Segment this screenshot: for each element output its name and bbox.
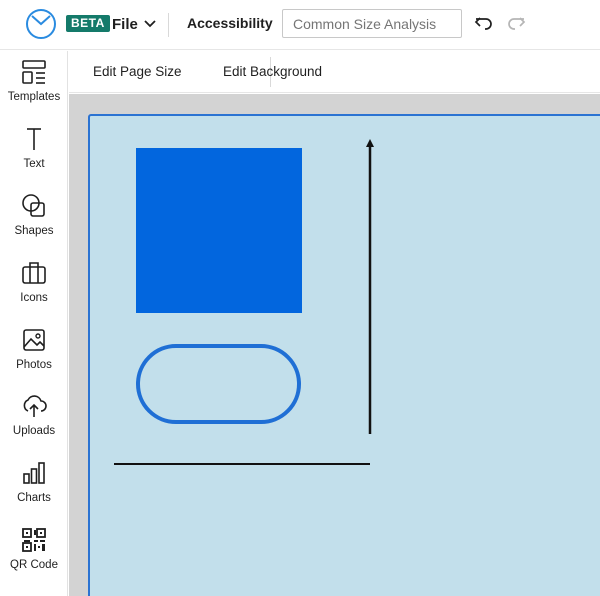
- header-divider: [168, 13, 169, 37]
- sidebar-item-icons[interactable]: Icons: [0, 254, 68, 314]
- uploads-icon: [23, 395, 47, 417]
- top-bar: BETA File Accessibility: [0, 0, 600, 50]
- chevron-down-icon: [144, 20, 156, 28]
- left-sidebar: Templates Text Shapes Icons Photos Uploa…: [0, 51, 68, 596]
- sidebar-item-label: Icons: [20, 292, 48, 304]
- sidebar-item-charts[interactable]: Charts: [0, 454, 68, 514]
- accessibility-button[interactable]: Accessibility: [187, 15, 273, 31]
- charts-icon: [23, 462, 45, 484]
- beta-badge: BETA: [66, 15, 110, 32]
- templates-icon: [22, 60, 46, 84]
- sidebar-item-shapes[interactable]: Shapes: [0, 187, 68, 247]
- sidebar-item-text[interactable]: Text: [0, 120, 68, 180]
- icons-icon: [22, 262, 46, 284]
- sidebar-item-qr-code[interactable]: QR Code: [0, 521, 68, 581]
- sidebar-item-uploads[interactable]: Uploads: [0, 387, 68, 447]
- file-menu-label: File: [112, 15, 138, 33]
- undo-icon[interactable]: [474, 13, 494, 33]
- photos-icon: [23, 329, 45, 351]
- sidebar-item-label: Uploads: [12, 425, 56, 437]
- document-title-input[interactable]: [282, 9, 462, 38]
- edit-page-size-button[interactable]: Edit Page Size: [93, 64, 182, 79]
- text-icon: [27, 128, 41, 150]
- sidebar-item-label: Charts: [17, 492, 51, 504]
- logo-icon[interactable]: [25, 8, 57, 40]
- horizontal-line[interactable]: [114, 463, 370, 465]
- sidebar-item-label: Shapes: [14, 225, 54, 237]
- sidebar-item-label: QR Code: [10, 559, 58, 571]
- page-toolbar: Edit Page Size Edit Background: [69, 51, 600, 93]
- vertical-arrow[interactable]: [364, 138, 376, 436]
- shapes-icon: [22, 194, 45, 217]
- sidebar-item-label: Text: [23, 158, 45, 170]
- sidebar-item-templates[interactable]: Templates: [0, 53, 68, 113]
- pill-shape[interactable]: [136, 344, 301, 424]
- sidebar-item-label: Photos: [16, 359, 52, 371]
- qr-code-icon: [22, 528, 46, 552]
- edit-background-button[interactable]: Edit Background: [223, 64, 322, 79]
- file-menu-button[interactable]: File: [112, 13, 156, 35]
- redo-icon[interactable]: [506, 13, 526, 33]
- square-shape[interactable]: [136, 148, 302, 313]
- sidebar-item-label: Templates: [7, 91, 61, 103]
- sidebar-item-photos[interactable]: Photos: [0, 321, 68, 381]
